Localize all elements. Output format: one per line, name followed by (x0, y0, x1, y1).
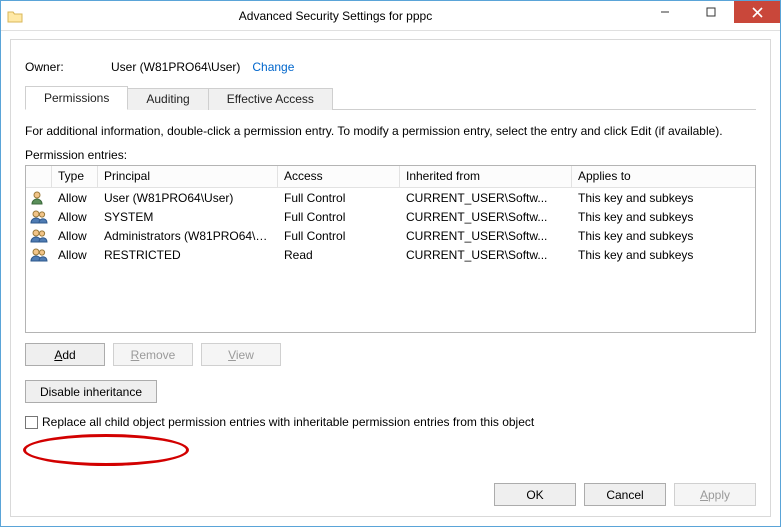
cell-inherited: CURRENT_USER\Softw... (400, 229, 572, 243)
entry-buttons: Add Remove View (25, 343, 756, 366)
col-icon[interactable] (26, 166, 52, 188)
remove-button: Remove (113, 343, 193, 366)
table-row[interactable]: AllowAdministrators (W81PRO64\A...Full C… (26, 226, 755, 245)
cell-principal: RESTRICTED (98, 248, 278, 262)
info-text: For additional information, double-click… (25, 124, 756, 138)
cell-principal: Administrators (W81PRO64\A... (98, 229, 278, 243)
dialog-buttons: OK Cancel Apply (25, 469, 756, 506)
cancel-button[interactable]: Cancel (584, 483, 666, 506)
cell-type: Allow (52, 229, 98, 243)
cell-type: Allow (52, 191, 98, 205)
cell-applies: This key and subkeys (572, 229, 755, 243)
cell-inherited: CURRENT_USER\Softw... (400, 191, 572, 205)
principal-icon (26, 191, 52, 205)
view-button: View (201, 343, 281, 366)
cell-access: Full Control (278, 210, 400, 224)
cell-applies: This key and subkeys (572, 248, 755, 262)
cell-applies: This key and subkeys (572, 191, 755, 205)
tab-effective-access[interactable]: Effective Access (208, 88, 333, 110)
cell-applies: This key and subkeys (572, 210, 755, 224)
cell-principal: SYSTEM (98, 210, 278, 224)
cell-access: Read (278, 248, 400, 262)
col-inherited[interactable]: Inherited from (400, 166, 572, 188)
table-row[interactable]: AllowRESTRICTEDReadCURRENT_USER\Softw...… (26, 245, 755, 264)
principal-icon (26, 248, 52, 262)
permission-entries-table[interactable]: Type Principal Access Inherited from App… (25, 165, 756, 333)
table-header: Type Principal Access Inherited from App… (26, 166, 755, 188)
window-title: Advanced Security Settings for pppc (29, 9, 642, 23)
window-frame: Advanced Security Settings for pppc Owne… (0, 0, 781, 527)
owner-label: Owner: (25, 60, 111, 74)
cell-type: Allow (52, 248, 98, 262)
highlight-ellipse (23, 434, 189, 466)
tab-strip: Permissions Auditing Effective Access (25, 86, 756, 110)
tab-permissions[interactable]: Permissions (25, 86, 128, 110)
owner-row: Owner: User (W81PRO64\User) Change (25, 60, 756, 74)
col-type[interactable]: Type (52, 166, 98, 188)
replace-checkbox[interactable] (25, 416, 38, 429)
replace-checkbox-label[interactable]: Replace all child object permission entr… (42, 415, 534, 429)
titlebar: Advanced Security Settings for pppc (1, 1, 780, 31)
cell-access: Full Control (278, 191, 400, 205)
table-row[interactable]: AllowUser (W81PRO64\User)Full ControlCUR… (26, 188, 755, 207)
main-panel: Owner: User (W81PRO64\User) Change Permi… (10, 39, 771, 517)
cell-access: Full Control (278, 229, 400, 243)
window-folder-icon (1, 9, 29, 23)
minimize-button[interactable] (642, 1, 688, 23)
add-button[interactable]: Add (25, 343, 105, 366)
tab-auditing[interactable]: Auditing (127, 88, 208, 110)
change-owner-link[interactable]: Change (252, 60, 294, 74)
cell-inherited: CURRENT_USER\Softw... (400, 248, 572, 262)
disable-inheritance-button[interactable]: Disable inheritance (25, 380, 157, 403)
col-access[interactable]: Access (278, 166, 400, 188)
entries-label: Permission entries: (25, 148, 756, 162)
principal-icon (26, 229, 52, 243)
table-row[interactable]: AllowSYSTEMFull ControlCURRENT_USER\Soft… (26, 207, 755, 226)
ok-button[interactable]: OK (494, 483, 576, 506)
close-button[interactable] (734, 1, 780, 23)
col-principal[interactable]: Principal (98, 166, 278, 188)
owner-value: User (W81PRO64\User) (111, 60, 240, 74)
window-buttons (642, 1, 780, 30)
col-applies[interactable]: Applies to (572, 166, 755, 188)
apply-button: Apply (674, 483, 756, 506)
cell-principal: User (W81PRO64\User) (98, 191, 278, 205)
cell-inherited: CURRENT_USER\Softw... (400, 210, 572, 224)
replace-checkbox-row: Replace all child object permission entr… (25, 415, 756, 429)
cell-type: Allow (52, 210, 98, 224)
maximize-button[interactable] (688, 1, 734, 23)
principal-icon (26, 210, 52, 224)
